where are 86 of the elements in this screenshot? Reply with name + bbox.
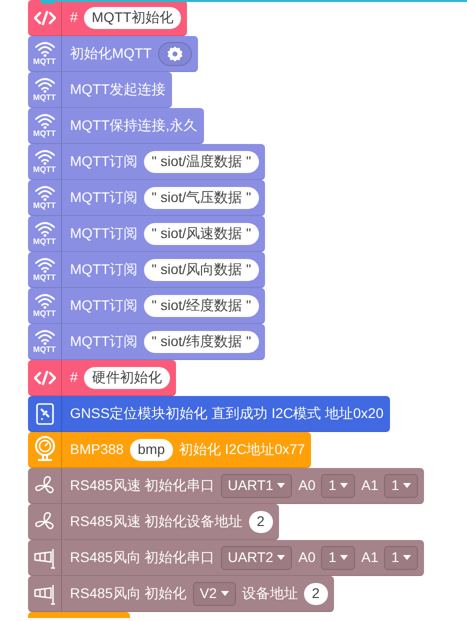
code-block[interactable]: RS485风向 初始化 V2 设备地址 2 xyxy=(28,576,334,612)
wifi-icon xyxy=(34,185,56,201)
block-label: MQTT订阅 xyxy=(70,152,138,171)
caret-icon xyxy=(277,555,286,560)
wifi-icon xyxy=(34,41,56,57)
input-field[interactable]: " siot/温度数据 " xyxy=(144,150,260,172)
wifi-icon xyxy=(34,293,56,309)
icon-label: MQTT xyxy=(33,201,56,210)
block-label: A0 xyxy=(298,548,316,567)
block-label: MQTT订阅 xyxy=(70,296,138,315)
code-block[interactable]: MQTT MQTT订阅 " siot/经度数据 " xyxy=(28,288,266,324)
block-label: RS485风向 初始化 xyxy=(70,584,187,603)
input-field[interactable]: " siot/风速数据 " xyxy=(144,222,260,244)
block-label: RS485风速 初始化设备地址 xyxy=(70,512,243,531)
code-block[interactable]: MQTT MQTT订阅 " siot/风向数据 " xyxy=(28,252,266,288)
input-field[interactable]: bmp xyxy=(130,438,173,460)
block-label: 初始化 I2C地址0x77 xyxy=(178,440,305,459)
block-label: A1 xyxy=(361,548,378,567)
icon-label: MQTT xyxy=(33,93,56,102)
code-block[interactable]: RS485风速 初始化串口 UART1 A0 1 A1 1 xyxy=(28,468,424,504)
wifi-icon xyxy=(34,77,56,93)
input-field[interactable]: MQTT初始化 xyxy=(84,6,182,28)
code-icon xyxy=(34,10,56,26)
icon-label: MQTT xyxy=(33,129,56,138)
wifi-icon xyxy=(34,329,56,345)
code-block[interactable]: MQTT MQTT订阅 " siot/风速数据 " xyxy=(28,216,266,252)
caret-icon xyxy=(220,591,229,596)
block-label: MQTT订阅 xyxy=(70,188,138,207)
input-field[interactable]: 硬件初始化 xyxy=(84,366,170,388)
block-label: MQTT订阅 xyxy=(70,332,138,351)
icon-label: MQTT xyxy=(33,309,56,318)
dropdown[interactable]: 1 xyxy=(384,474,418,498)
block-label: 初始化MQTT xyxy=(70,44,152,63)
dropdown[interactable]: 1 xyxy=(384,546,418,570)
icon-label: MQTT xyxy=(33,345,56,354)
icon-label: MQTT xyxy=(33,273,56,282)
code-block[interactable]: # MQTT初始化 xyxy=(28,0,188,36)
code-block[interactable]: # 硬件初始化 xyxy=(28,360,176,396)
block-label: RS485风向 初始化串口 xyxy=(70,548,215,567)
block-label: MQTT发起连接 xyxy=(70,80,166,99)
block-label: GNSS定位模块初始化 直到成功 I2C模式 地址0x20 xyxy=(70,404,384,423)
block-label: MQTT订阅 xyxy=(70,224,138,243)
input-field[interactable]: 2 xyxy=(248,510,272,532)
block-label: # xyxy=(70,368,78,387)
input-field[interactable]: " siot/经度数据 " xyxy=(144,294,260,316)
block-label: # xyxy=(70,8,78,27)
wifi-icon xyxy=(34,221,56,237)
code-block[interactable]: MQTT MQTT订阅 " siot/温度数据 " xyxy=(28,144,266,180)
code-block[interactable]: MQTT MQTT订阅 " siot/气压数据 " xyxy=(28,180,266,216)
dropdown[interactable]: V2 xyxy=(192,582,236,606)
code-block[interactable]: RS485风向 初始化串口 UART2 A0 1 A1 1 xyxy=(28,540,424,576)
code-block[interactable]: RS485风速 初始化设备地址 2 xyxy=(28,504,278,540)
block-label: MQTT保持连接,永久 xyxy=(70,116,198,135)
input-field[interactable]: 2 xyxy=(304,582,328,604)
block-label: RS485风速 初始化串口 xyxy=(70,476,215,495)
icon-label: MQTT xyxy=(33,237,56,246)
wifi-icon xyxy=(34,113,56,129)
code-icon xyxy=(34,370,56,386)
wifi-icon xyxy=(34,257,56,273)
settings-icon xyxy=(166,46,183,62)
block-label: BMP388 xyxy=(70,440,124,459)
wifi-icon xyxy=(34,149,56,165)
gauge-icon xyxy=(32,436,56,464)
code-block[interactable]: GNSS定位模块初始化 直到成功 I2C模式 地址0x20 xyxy=(28,396,390,432)
satellite-icon xyxy=(36,402,54,424)
icon-label: MQTT xyxy=(33,57,56,66)
input-field[interactable]: " siot/纬度数据 " xyxy=(144,330,260,352)
icon-label: MQTT xyxy=(33,165,56,174)
block-label: 设备地址 xyxy=(242,584,298,603)
dropdown[interactable]: 1 xyxy=(321,474,356,498)
caret-icon xyxy=(340,555,348,560)
code-block[interactable]: MQTT MQTT订阅 " siot/纬度数据 " xyxy=(28,324,266,360)
dropdown[interactable]: 1 xyxy=(321,546,356,570)
input-field[interactable]: " siot/气压数据 " xyxy=(144,186,260,208)
block-label: A1 xyxy=(361,476,378,495)
block-label: A0 xyxy=(298,476,316,495)
caret-icon xyxy=(277,483,286,488)
dropdown[interactable]: UART1 xyxy=(220,474,292,498)
caret-icon xyxy=(403,555,412,560)
caret-icon xyxy=(403,483,412,488)
settings-button[interactable] xyxy=(158,42,192,66)
input-field[interactable]: " siot/风向数据 " xyxy=(144,258,260,280)
dropdown[interactable]: UART2 xyxy=(220,546,292,570)
code-block[interactable]: BMP388 bmp 初始化 I2C地址0x77 xyxy=(28,432,311,468)
caret-icon xyxy=(340,483,348,488)
block-label: MQTT订阅 xyxy=(70,260,138,279)
